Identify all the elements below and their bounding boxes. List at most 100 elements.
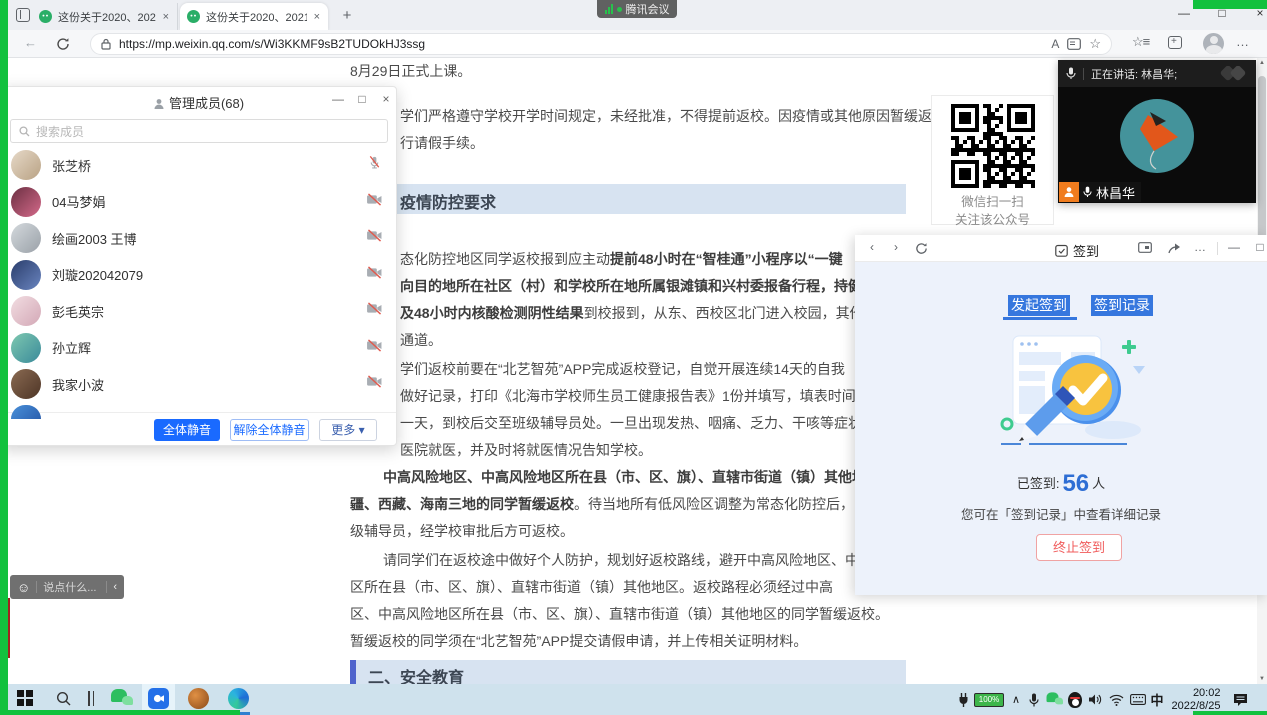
tencent-meeting-icon xyxy=(148,688,169,709)
member-search-input[interactable]: 搜索成员 xyxy=(10,119,388,143)
browser-tab-2-active[interactable]: 这份关于2020、2021级同学开学 × xyxy=(180,3,328,30)
article-line: 请同学们在返校途中做好个人防护，规划好返校路线，避开中高风险地区、中高 xyxy=(383,551,873,569)
taskbar-edge-button[interactable] xyxy=(222,684,254,712)
unmute-all-button[interactable]: 解除全体静音 xyxy=(230,419,309,441)
taskbar-app-button[interactable] xyxy=(182,684,214,712)
section-title: 疫情防控要求 xyxy=(400,189,496,213)
cam-off-icon[interactable] xyxy=(364,339,384,357)
article-line: 疆、西藏、海南三地的同学暂缓返校。待当地所有低风险区调整为常态化防控后， xyxy=(350,495,854,513)
mic-icon xyxy=(1083,186,1092,198)
taskbar-wechat-button[interactable] xyxy=(106,684,138,712)
tray-mic-icon[interactable] xyxy=(1026,684,1042,715)
member-row[interactable]: 刘璇202042079 xyxy=(1,257,396,294)
favorites-bar-icon[interactable]: ☆≡ xyxy=(1132,34,1149,50)
caret-down-icon: ▾ xyxy=(359,423,365,437)
wifi-icon[interactable] xyxy=(1106,684,1126,715)
member-panel-header: 管理成员(68) — □ × xyxy=(1,87,396,115)
volume-icon[interactable] xyxy=(1086,684,1104,715)
mic-off-icon[interactable] xyxy=(364,155,384,175)
back-icon[interactable]: ‹ xyxy=(863,240,881,254)
tab-start-signin[interactable]: 发起签到 xyxy=(1008,295,1070,316)
start-button[interactable] xyxy=(10,684,40,712)
signed-count-line: 已签到:56人 xyxy=(855,470,1267,498)
qr-code xyxy=(951,104,1035,188)
cam-off-icon[interactable] xyxy=(364,193,384,211)
share-icon[interactable] xyxy=(1168,242,1181,254)
meeting-video-panel[interactable]: 正在讲话: 林昌华; 林昌华 xyxy=(1058,60,1256,203)
tray-qq-icon[interactable] xyxy=(1066,684,1084,715)
video-panel-header: 正在讲话: 林昌华; xyxy=(1058,60,1256,87)
cam-off-icon[interactable] xyxy=(364,266,384,284)
refresh-icon[interactable] xyxy=(56,37,70,51)
article-line: 8月29日正式上课。 xyxy=(350,62,471,80)
meeting-status-pill[interactable]: 腾讯会议 xyxy=(597,0,677,18)
taskbar-meeting-button[interactable] xyxy=(142,684,175,712)
new-tab-button[interactable]: + xyxy=(338,7,356,24)
hidden-icons-chevron[interactable]: ∧ xyxy=(1008,684,1024,715)
host-badge-icon xyxy=(1059,182,1079,202)
member-name: 刘璇202042079 xyxy=(52,265,364,284)
member-list: 张芝桥04马梦娟绘画2003 王博刘璇202042079 彭毛英宗孙立辉我家小波 xyxy=(1,147,396,405)
more-icon[interactable]: … xyxy=(1191,240,1209,254)
desktop: 这份关于2020、2021级同学开学 × 这份关于2020、2021级同学开学 … xyxy=(0,0,1267,715)
popup-window-icon[interactable] xyxy=(1138,242,1152,254)
panel-maximize-button[interactable]: □ xyxy=(353,92,371,106)
video-area: 林昌华 xyxy=(1058,87,1256,203)
mute-all-button[interactable]: 全体静音 xyxy=(154,419,220,441)
wechat-favicon-icon xyxy=(187,10,200,23)
ime-indicator[interactable]: 中 xyxy=(1148,684,1166,715)
speaker-name: 林昌华 xyxy=(1096,183,1135,202)
keyboard-icon[interactable] xyxy=(1128,684,1148,715)
scroll-down-icon[interactable]: ▼ xyxy=(1257,676,1267,682)
read-aloud-icon[interactable]: A xyxy=(1051,37,1059,51)
emoji-icon[interactable]: ☺ xyxy=(17,580,30,595)
screenshare-border-bottom-left xyxy=(0,710,240,715)
reading-mode-icon[interactable] xyxy=(1067,38,1081,50)
panel-minimize-button[interactable]: — xyxy=(329,92,347,106)
maximize-icon[interactable]: □ xyxy=(1251,240,1267,254)
panel-close-button[interactable]: × xyxy=(377,92,395,106)
cam-off-icon[interactable] xyxy=(364,302,384,320)
chat-input-placeholder[interactable]: 说点什么... xyxy=(43,579,100,595)
member-avatar xyxy=(11,333,41,363)
collections-icon[interactable] xyxy=(1168,36,1182,49)
scroll-up-icon[interactable]: ▲ xyxy=(1257,60,1267,66)
forward-icon[interactable]: › xyxy=(887,240,905,254)
settings-more-icon[interactable]: … xyxy=(1236,34,1249,49)
member-row[interactable]: 绘画2003 王博 xyxy=(1,220,396,257)
divider xyxy=(106,581,107,593)
member-row[interactable]: 张芝桥 xyxy=(1,147,396,184)
member-row[interactable]: 彭毛英宗 xyxy=(1,293,396,330)
add-favorite-icon[interactable]: ☆ xyxy=(1089,36,1101,52)
more-button[interactable]: 更多 ▾ xyxy=(319,419,377,441)
back-button[interactable]: ← xyxy=(24,35,37,50)
taskbar-search-button[interactable] xyxy=(48,684,78,712)
refresh-icon[interactable] xyxy=(915,242,928,255)
stop-signin-button[interactable]: 终止签到 xyxy=(1036,534,1122,561)
meeting-chat-bar[interactable]: ☺ 说点什么... ‹ xyxy=(10,575,124,599)
article-line: 行请假手续。 xyxy=(400,134,484,152)
article-line: 区、中高风险地区所在县（市、区、旗）、直辖市街道（镇）其他地区的同学暂缓返校。 xyxy=(350,605,889,623)
browser-tab-1[interactable]: 这份关于2020、2021级同学开学 × xyxy=(32,3,178,30)
member-row[interactable]: 我家小波 xyxy=(1,366,396,403)
member-row[interactable]: 孙立辉 xyxy=(1,330,396,367)
article-line: 区所在县（市、区、旗）、直辖市街道（镇）其他地区。返校路程必须经过中高 xyxy=(350,578,833,596)
windows-logo-icon xyxy=(17,690,33,706)
wechat-icon xyxy=(111,689,133,708)
cam-off-icon[interactable] xyxy=(364,375,384,393)
minimize-icon[interactable]: — xyxy=(1225,240,1243,254)
profile-avatar[interactable] xyxy=(1203,33,1224,54)
cam-off-icon[interactable] xyxy=(364,229,384,247)
article-line: 通道。 xyxy=(400,331,442,349)
tab-actions-icon[interactable] xyxy=(16,8,30,22)
member-row[interactable]: 04马梦娟 xyxy=(1,184,396,221)
tray-wechat-icon[interactable] xyxy=(1044,684,1064,715)
search-placeholder: 搜索成员 xyxy=(36,123,84,140)
collapse-icon[interactable]: ‹ xyxy=(113,581,117,593)
url-bar[interactable]: https://mp.weixin.qq.com/s/Wi3KKMF9sB2TU… xyxy=(90,33,1112,55)
tab-close-icon[interactable]: × xyxy=(162,11,170,23)
battery-indicator[interactable]: 100% xyxy=(972,684,1006,715)
member-avatar xyxy=(11,260,41,290)
tab-close-icon[interactable]: × xyxy=(313,11,321,23)
tab-signin-record[interactable]: 签到记录 xyxy=(1091,295,1153,316)
